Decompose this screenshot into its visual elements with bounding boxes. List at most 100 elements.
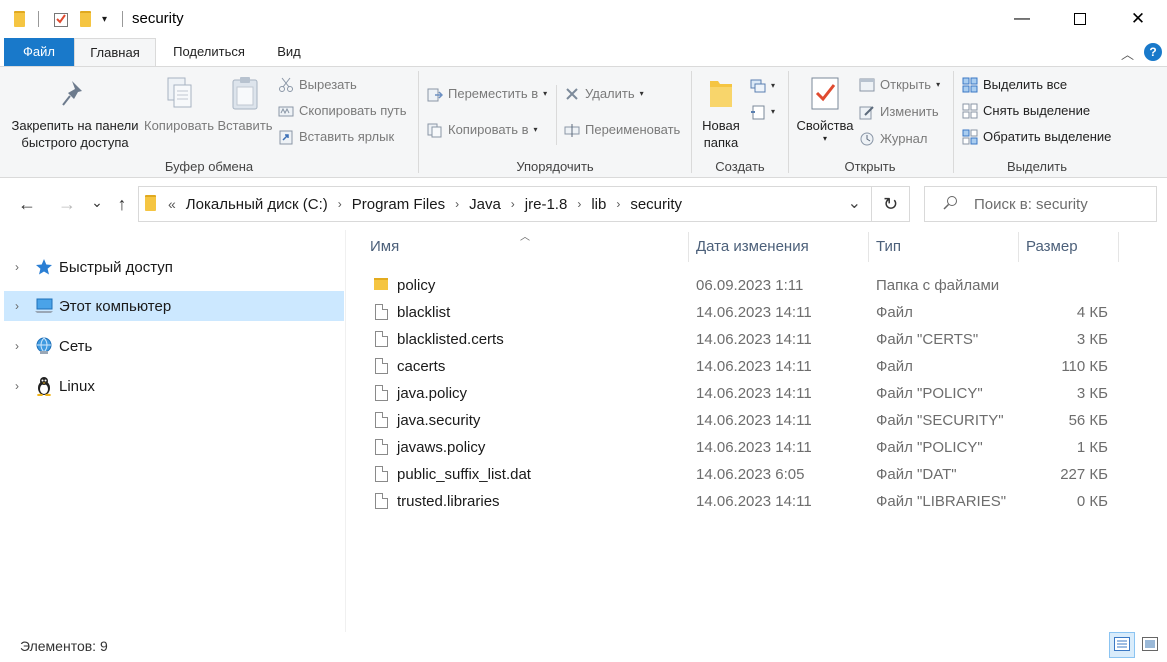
- crumb-program-files[interactable]: Program Files: [346, 196, 451, 213]
- refresh-button[interactable]: ↻: [872, 186, 910, 222]
- edit-button[interactable]: Изменить: [859, 101, 939, 123]
- tab-home[interactable]: Главная: [74, 38, 156, 66]
- crumb-java[interactable]: Java: [463, 196, 507, 213]
- chevron-right-icon[interactable]: ›: [573, 197, 585, 211]
- file-date: 14.06.2023 14:11: [696, 439, 812, 456]
- file-row[interactable]: blacklist 14.06.2023 14:11 Файл 4 КБ: [364, 299, 1124, 326]
- expand-chevron-icon[interactable]: ›: [4, 299, 30, 313]
- file-row[interactable]: javaws.policy 14.06.2023 14:11 Файл "POL…: [364, 434, 1124, 461]
- new-folder-button[interactable]: Новая папка: [696, 73, 746, 151]
- select-all-button[interactable]: Выделить все: [962, 74, 1067, 96]
- expand-chevron-icon[interactable]: ›: [4, 379, 30, 393]
- properties-dropdown-icon[interactable]: ▾: [793, 134, 857, 144]
- file-row[interactable]: java.policy 14.06.2023 14:11 Файл "POLIC…: [364, 380, 1124, 407]
- address-dropdown-icon[interactable]: ⌄: [848, 193, 861, 213]
- column-divider[interactable]: [1118, 232, 1119, 262]
- file-row[interactable]: public_suffix_list.dat 14.06.2023 6:05 Ф…: [364, 461, 1124, 488]
- search-box[interactable]: Поиск в: security: [924, 186, 1157, 222]
- paste-button[interactable]: Вставить: [216, 73, 274, 134]
- chevron-right-icon[interactable]: ›: [451, 197, 463, 211]
- tab-view[interactable]: Вид: [262, 38, 316, 66]
- search-icon: [943, 195, 958, 214]
- help-icon[interactable]: ?: [1144, 43, 1162, 61]
- recent-locations-button[interactable]: ⌄: [84, 188, 110, 216]
- cut-button[interactable]: Вырезать: [278, 74, 357, 96]
- new-folder-quick-icon[interactable]: [80, 9, 91, 29]
- copy-button[interactable]: Копировать: [142, 73, 216, 134]
- column-header-date[interactable]: Дата изменения: [696, 232, 809, 262]
- paste-shortcut-button[interactable]: Вставить ярлык: [278, 126, 394, 148]
- properties-quick-icon[interactable]: [53, 9, 69, 29]
- file-row[interactable]: blacklisted.certs 14.06.2023 14:11 Файл …: [364, 326, 1124, 353]
- nav-item-this-pc[interactable]: › Этот компьютер: [4, 291, 344, 321]
- chevron-right-icon[interactable]: ›: [507, 197, 519, 211]
- nav-item-network[interactable]: › Сеть: [4, 331, 344, 361]
- crumb-security[interactable]: security: [624, 196, 688, 213]
- address-bar[interactable]: « Локальный диск (C:) › Program Files › …: [138, 186, 872, 222]
- chevron-right-icon[interactable]: ›: [612, 197, 624, 211]
- ribbon-tabs: Файл Главная Поделиться Вид ︿ ?: [0, 38, 1167, 66]
- file-row[interactable]: cacerts 14.06.2023 14:11 Файл 110 КБ: [364, 353, 1124, 380]
- overflow-crumb[interactable]: «: [164, 196, 180, 212]
- crumb-drive[interactable]: Локальный диск (C:): [180, 196, 334, 213]
- pin-icon: [58, 75, 92, 111]
- column-header-type[interactable]: Тип: [876, 232, 901, 262]
- chevron-right-icon[interactable]: ›: [334, 197, 346, 211]
- move-to-label: Переместить в: [448, 86, 539, 101]
- file-size: 56 КБ: [1068, 412, 1108, 429]
- properties-button[interactable]: Свойства ▾: [793, 73, 857, 144]
- file-icon: [375, 331, 388, 347]
- large-icons-view-button[interactable]: [1137, 632, 1163, 658]
- open-button[interactable]: Открыть ▾: [859, 74, 940, 96]
- easy-access-button[interactable]: ▾: [750, 101, 775, 123]
- nav-item-label: Этот компьютер: [59, 297, 172, 315]
- copy-to-button[interactable]: Копировать в ▾: [427, 119, 538, 141]
- column-header-size[interactable]: Размер: [1026, 232, 1078, 262]
- expand-chevron-icon[interactable]: ›: [4, 260, 30, 274]
- move-to-button[interactable]: Переместить в ▾: [427, 83, 547, 105]
- crumb-jre[interactable]: jre-1.8: [519, 196, 574, 213]
- column-header-name[interactable]: Имя: [370, 232, 399, 262]
- file-row[interactable]: policy 06.09.2023 1:11 Папка с файлами: [364, 272, 1124, 299]
- minimize-button[interactable]: —: [993, 0, 1051, 38]
- pin-to-quick-access-button[interactable]: Закрепить на панели быстрого доступа: [10, 73, 140, 151]
- invert-selection-button[interactable]: Обратить выделение: [962, 126, 1111, 148]
- maximize-button[interactable]: [1051, 0, 1109, 38]
- customize-quick-access-icon[interactable]: ▾: [102, 9, 107, 29]
- file-row[interactable]: java.security 14.06.2023 14:11 Файл "SEC…: [364, 407, 1124, 434]
- file-type: Файл "POLICY": [876, 385, 983, 402]
- select-none-button[interactable]: Снять выделение: [962, 100, 1090, 122]
- up-button[interactable]: ↑: [109, 190, 135, 218]
- nav-item-quick-access[interactable]: › Быстрый доступ: [4, 252, 344, 282]
- open-group-label: Открыть: [844, 159, 896, 174]
- new-group: Новая папка ▾ ▾ Создать: [692, 67, 788, 177]
- rename-button[interactable]: Переименовать: [564, 119, 680, 141]
- delete-button[interactable]: Удалить ▾: [564, 83, 644, 105]
- details-view-icon: [1114, 636, 1130, 654]
- close-button[interactable]: ✕: [1109, 0, 1167, 38]
- file-icon: [375, 385, 388, 401]
- organize-group-label: Упорядочить: [516, 159, 594, 174]
- forward-button[interactable]: →: [54, 190, 80, 218]
- expand-chevron-icon[interactable]: ›: [4, 339, 30, 353]
- file-icon: [375, 439, 388, 455]
- file-size: 3 КБ: [1076, 331, 1108, 348]
- collapse-ribbon-icon[interactable]: ︿: [1121, 44, 1134, 63]
- nav-item-linux[interactable]: › Linux: [4, 371, 344, 401]
- open-group: Свойства ▾ Открыть ▾ Изменить Журнал Откр…: [789, 67, 951, 177]
- column-divider[interactable]: [688, 232, 689, 262]
- column-divider[interactable]: [1018, 232, 1019, 262]
- copy-path-button[interactable]: Скопировать путь: [278, 100, 407, 122]
- crumb-lib[interactable]: lib: [585, 196, 612, 213]
- column-divider[interactable]: [868, 232, 869, 262]
- tab-share[interactable]: Поделиться: [158, 38, 260, 66]
- file-size: 4 КБ: [1076, 304, 1108, 321]
- details-view-button[interactable]: [1109, 632, 1135, 658]
- window-title: security: [132, 10, 184, 27]
- tab-file[interactable]: Файл: [4, 38, 74, 66]
- history-icon: [859, 131, 875, 147]
- history-button[interactable]: Журнал: [859, 128, 927, 150]
- back-button[interactable]: ←: [14, 190, 40, 218]
- new-item-button[interactable]: ▾: [750, 75, 775, 97]
- file-row[interactable]: trusted.libraries 14.06.2023 14:11 Файл …: [364, 488, 1124, 515]
